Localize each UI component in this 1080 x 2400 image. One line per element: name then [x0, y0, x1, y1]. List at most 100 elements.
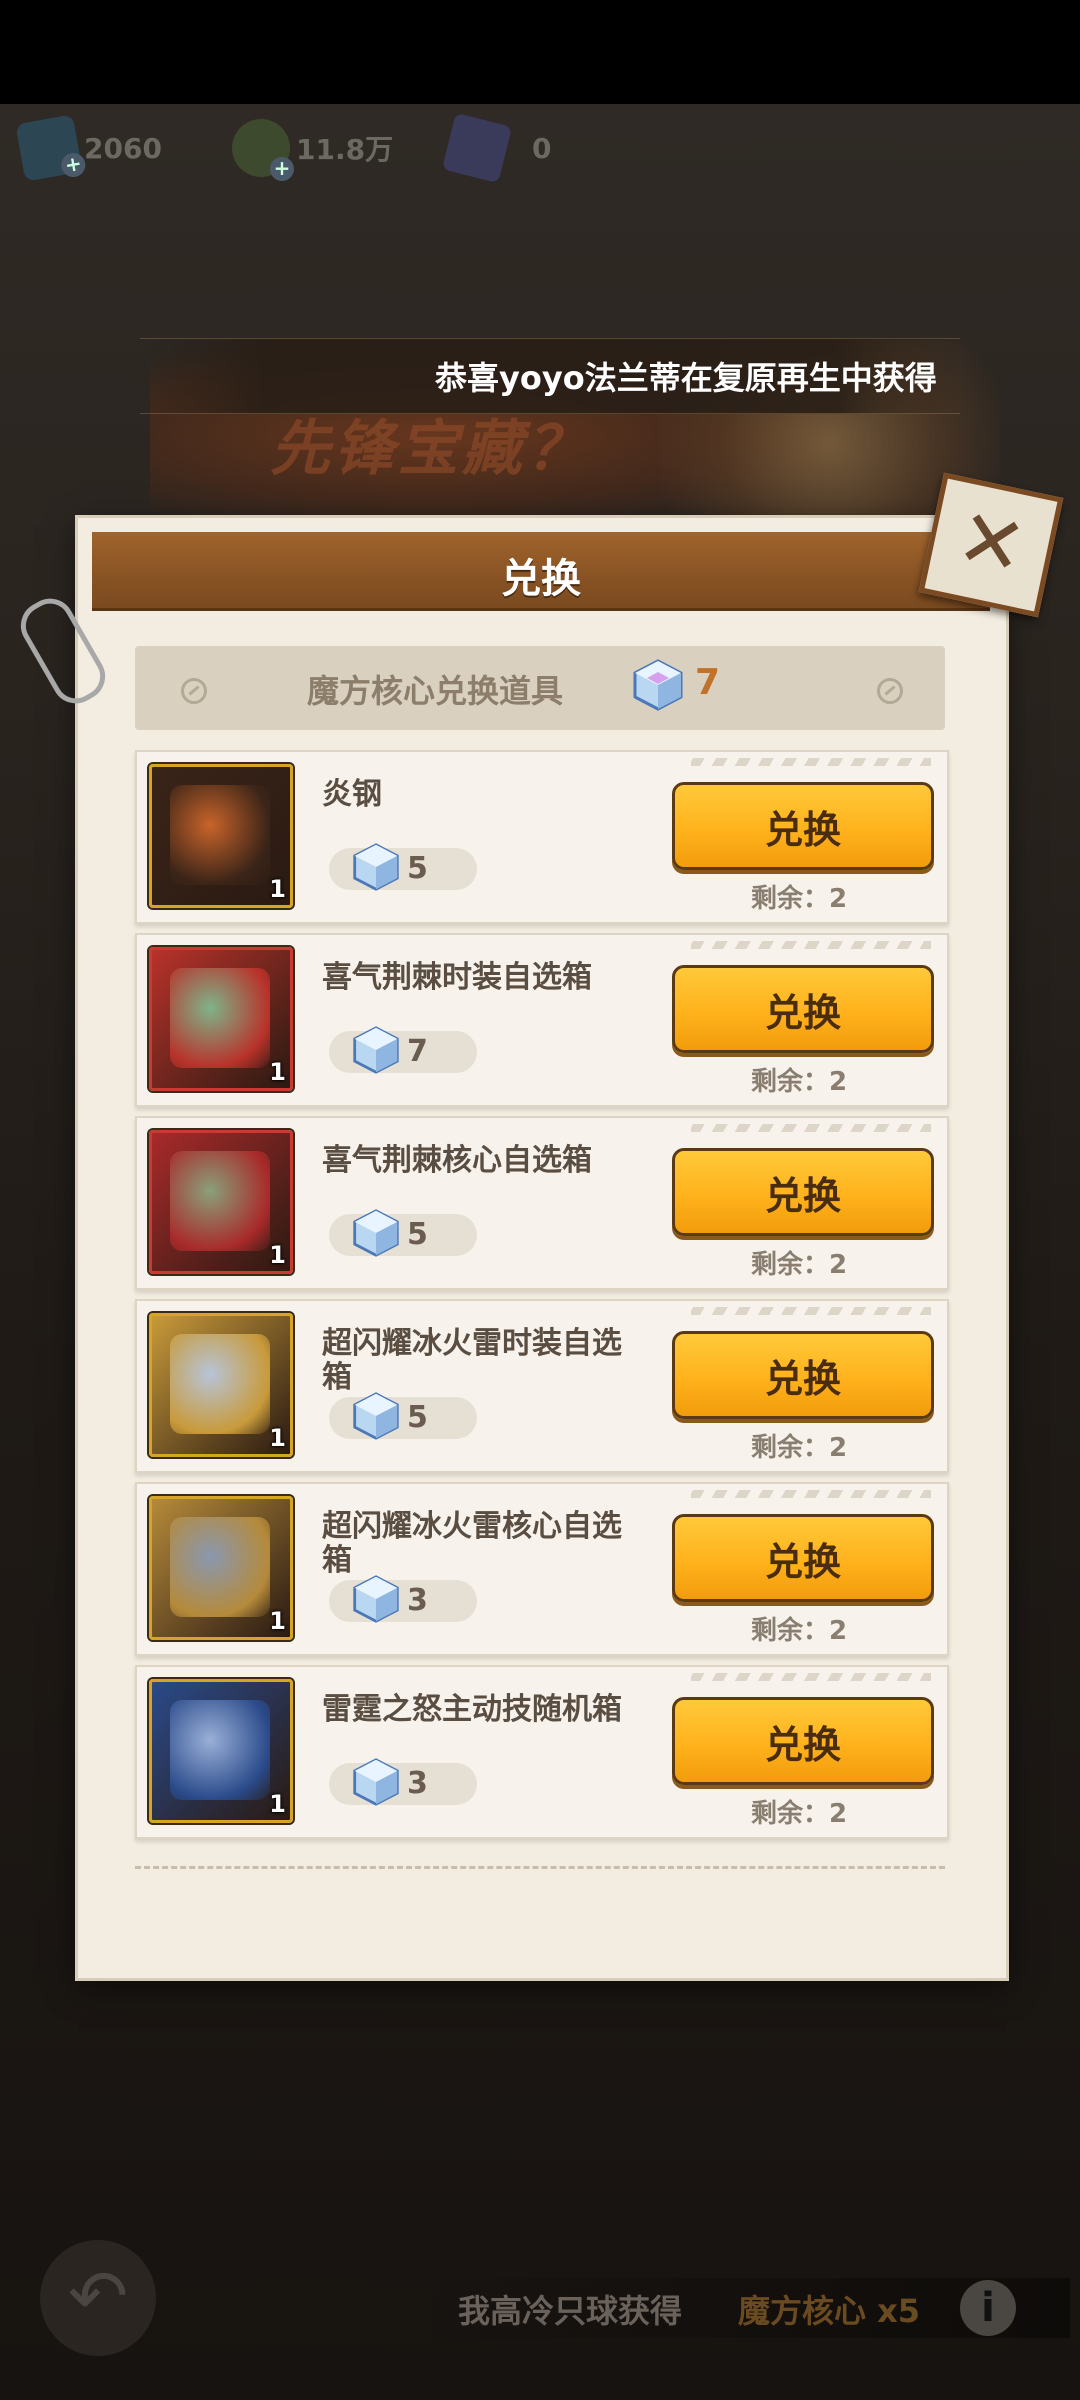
blue-card-icon: + [15, 114, 88, 182]
list-end-divider [135, 1866, 945, 1869]
remaining-count: 剩余：2 [751, 1799, 848, 1829]
exchange-button-label: 兑换 [764, 1540, 841, 1584]
close-icon: ✕ [949, 490, 1034, 596]
item-cost: 3 [329, 1758, 477, 1806]
exchange-button[interactable]: 兑换 [672, 965, 934, 1053]
resource-ticket[interactable]: 0 [441, 112, 552, 184]
back-arrow-icon: ↶ [67, 2254, 129, 2338]
decor-stripe [691, 941, 931, 949]
decor-stripe [691, 1490, 931, 1498]
item-art [170, 1334, 270, 1434]
notification-item: 魔方核心 x5 [738, 2292, 921, 2330]
item-name: 超闪耀冰火雷时装自选箱 [322, 1326, 622, 1395]
close-button[interactable]: ✕ [918, 472, 1064, 618]
cost-value: 5 [407, 1400, 428, 1435]
exchange-button-label: 兑换 [764, 1357, 841, 1401]
item-art [170, 968, 270, 1068]
item-cost: 7 [329, 1026, 477, 1074]
item-name: 超闪耀冰火雷核心自选箱 [322, 1509, 622, 1578]
info-icon[interactable]: i [960, 2280, 1016, 2336]
exchange-item-row: 1 雷霆之怒主动技随机箱 3 兑换 剩余：2 [135, 1665, 949, 1839]
cube-gem-icon [353, 1758, 399, 1806]
decor-stripe [691, 1673, 931, 1681]
exchange-item-row: 1 炎钢 5 兑换 剩余：2 [135, 750, 949, 924]
item-thumbnail[interactable]: 1 [149, 1313, 293, 1457]
item-cost: 5 [329, 843, 477, 891]
subheader-bar: 魔方核心兑换道具 7 [135, 646, 945, 730]
exchange-button-label: 兑换 [764, 808, 841, 852]
item-quantity: 1 [269, 1241, 286, 1269]
exchange-button[interactable]: 兑换 [672, 1514, 934, 1602]
resource-value: 11.8万 [296, 133, 394, 166]
exchange-button-label: 兑换 [764, 991, 841, 1035]
exchange-item-row: 1 超闪耀冰火雷核心自选箱 3 兑换 剩余：2 [135, 1482, 949, 1656]
announcement-ticker: 恭喜yoyo法兰蒂在复原再生中获得 [140, 338, 960, 414]
resource-value: 2060 [84, 131, 162, 165]
resource-gold[interactable]: + 11.8万 [232, 118, 394, 181]
cost-value: 7 [407, 1034, 428, 1069]
remaining-count: 剩余：2 [751, 1433, 848, 1463]
item-quantity: 1 [269, 1058, 286, 1086]
item-name: 炎钢 [322, 777, 382, 812]
remaining-count: 剩余：2 [751, 884, 848, 914]
exchange-item-row: 1 喜气荆棘核心自选箱 5 兑换 剩余：2 [135, 1116, 949, 1290]
item-art [170, 1517, 270, 1617]
drop-notification: 我高冷只球获得 魔方核心 x5 i [410, 2278, 1070, 2338]
cube-gem-icon [633, 659, 683, 711]
remaining-count: 剩余：2 [751, 1250, 848, 1280]
bullet-icon [877, 678, 903, 704]
exchange-button-label: 兑换 [764, 1174, 841, 1218]
item-name: 喜气荆棘核心自选箱 [322, 1143, 592, 1178]
exchange-button-label: 兑换 [764, 1723, 841, 1767]
resource-value: 0 [532, 131, 552, 165]
notification-prefix: 我高冷只球获得 [458, 2292, 683, 2330]
item-quantity: 1 [269, 1424, 286, 1452]
remaining-count: 剩余：2 [751, 1616, 848, 1646]
exchange-item-row: 1 超闪耀冰火雷时装自选箱 5 兑换 剩余：2 [135, 1299, 949, 1473]
bullet-icon [181, 678, 207, 704]
decor-stripe [691, 1124, 931, 1132]
cost-value: 3 [407, 1766, 428, 1801]
item-quantity: 1 [269, 1790, 286, 1818]
item-cost: 5 [329, 1209, 477, 1257]
decor-stripe [691, 1307, 931, 1315]
cube-gem-icon [353, 1392, 399, 1440]
item-thumbnail[interactable]: 1 [149, 1679, 293, 1823]
item-art [170, 785, 270, 885]
back-button[interactable]: ↶ [40, 2240, 156, 2356]
plus-icon[interactable]: + [270, 157, 294, 181]
resource-blue-card[interactable]: + 2060 [15, 114, 162, 182]
remaining-count: 剩余：2 [751, 1067, 848, 1097]
cube-gem-icon [353, 1575, 399, 1623]
item-thumbnail[interactable]: 1 [149, 1130, 293, 1274]
item-thumbnail[interactable]: 1 [149, 764, 293, 908]
exchange-button[interactable]: 兑换 [672, 782, 934, 870]
currency-count: 7 [695, 662, 721, 703]
status-bar [0, 0, 1080, 104]
subheader-label: 魔方核心兑换道具 [307, 672, 564, 710]
gold-coin-icon: + [232, 119, 294, 181]
cost-value: 5 [407, 851, 428, 886]
exchange-button[interactable]: 兑换 [672, 1697, 934, 1785]
item-quantity: 1 [269, 1607, 286, 1635]
cube-gem-icon [353, 843, 399, 891]
cost-value: 5 [407, 1217, 428, 1252]
item-cost: 5 [329, 1392, 477, 1440]
item-cost: 3 [329, 1575, 477, 1623]
cube-gem-icon [353, 1209, 399, 1257]
ticker-text: 恭喜yoyo法兰蒂在复原再生中获得 [435, 359, 937, 397]
item-name: 雷霆之怒主动技随机箱 [322, 1692, 622, 1727]
cube-gem-icon [353, 1026, 399, 1074]
exchange-button[interactable]: 兑换 [672, 1331, 934, 1419]
ticket-icon [441, 112, 513, 184]
cost-value: 3 [407, 1583, 428, 1618]
item-quantity: 1 [269, 875, 286, 903]
item-thumbnail[interactable]: 1 [149, 947, 293, 1091]
dialog-title: 兑换 [501, 556, 581, 602]
item-thumbnail[interactable]: 1 [149, 1496, 293, 1640]
decor-stripe [691, 758, 931, 766]
exchange-button[interactable]: 兑换 [672, 1148, 934, 1236]
exchange-item-row: 1 喜气荆棘时装自选箱 7 兑换 剩余：2 [135, 933, 949, 1107]
item-art [170, 1151, 270, 1251]
item-art [170, 1700, 270, 1800]
